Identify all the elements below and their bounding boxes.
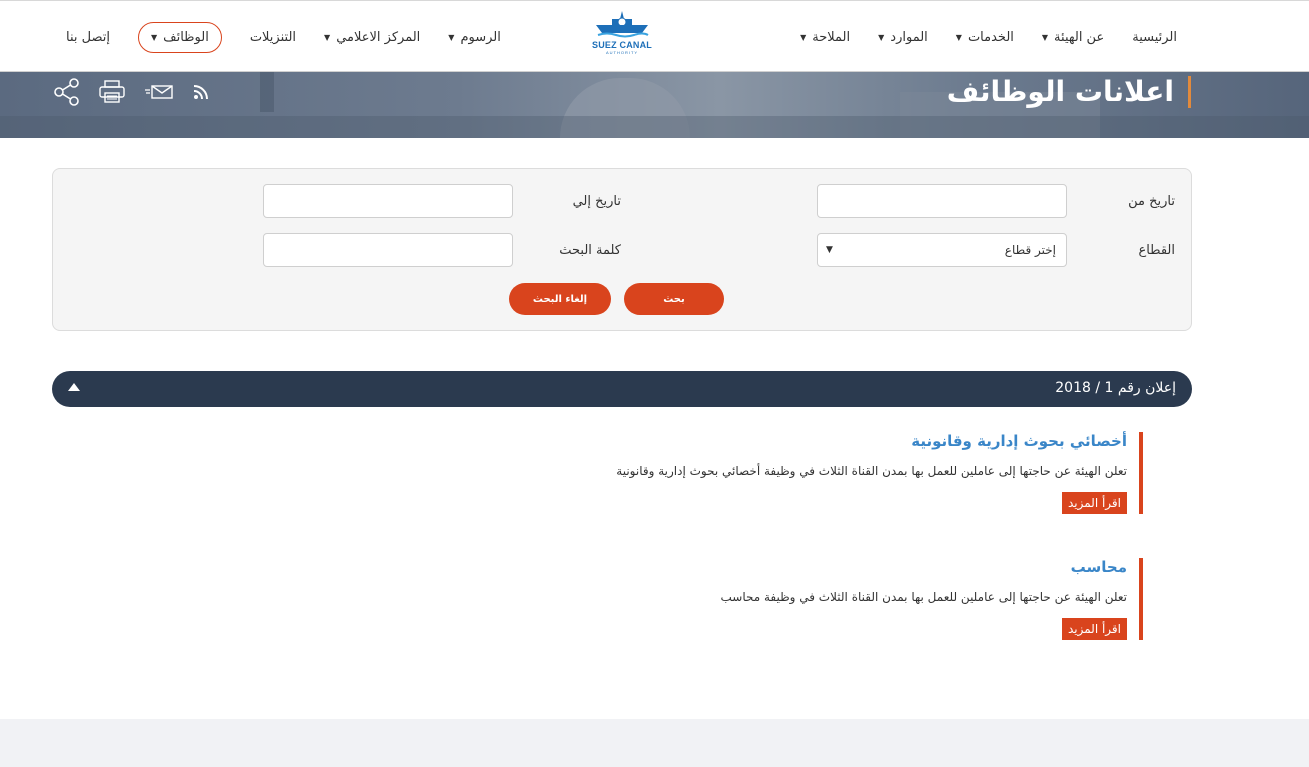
select-arrow-icon: ▼ bbox=[826, 245, 833, 255]
nav-about[interactable]: عن الهيئة ▼ bbox=[1042, 30, 1104, 45]
nav-contact[interactable]: إتصل بنا bbox=[66, 30, 110, 45]
date-to-label: تاريخ إلي bbox=[572, 194, 621, 209]
nav-resources[interactable]: الموارد ▼ bbox=[878, 30, 928, 45]
caret-down-icon: ▼ bbox=[1041, 32, 1049, 42]
date-from-input[interactable] bbox=[817, 184, 1067, 218]
search-button[interactable]: بحث bbox=[624, 283, 724, 315]
read-more-button[interactable]: اقرأ المزيد bbox=[1061, 618, 1127, 640]
job-title[interactable]: محاسب bbox=[720, 558, 1127, 576]
nav-services-label: الخدمات bbox=[967, 29, 1014, 45]
search-panel: تاريخ من تاريخ إلي القطاع إختر قطاع ▼ كل… bbox=[52, 168, 1192, 331]
print-icon[interactable] bbox=[98, 80, 126, 104]
job-description: تعلن الهيئة عن حاجتها إلى عاملين للعمل ب… bbox=[720, 590, 1127, 604]
top-navbar: الرئيسية عن الهيئة ▼ الخدمات ▼ الموارد ▼ ال… bbox=[0, 0, 1309, 72]
logo-text: SUEZ CANAL bbox=[592, 40, 652, 50]
caret-down-icon: ▼ bbox=[324, 32, 331, 42]
date-to-input[interactable] bbox=[263, 184, 513, 218]
banner-decoration bbox=[0, 116, 1309, 138]
sector-select[interactable]: إختر قطاع ▼ bbox=[817, 233, 1067, 267]
caret-down-icon: ▼ bbox=[878, 32, 885, 42]
nav-navigation-label: الملاحة bbox=[812, 29, 851, 45]
read-more-button[interactable]: اقرأ المزيد bbox=[1061, 492, 1127, 514]
page-banner: اعلانات الوظائف bbox=[0, 72, 1309, 138]
job-title[interactable]: أخصائي بحوث إدارية وقانونية bbox=[616, 432, 1127, 450]
job-item: محاسب تعلن الهيئة عن حاجتها إلى عاملين ل… bbox=[720, 558, 1143, 640]
nav-media-center-label: المركز الاعلامي bbox=[336, 29, 421, 45]
nav-right-group: الرئيسية عن الهيئة ▼ الخدمات ▼ الموارد ▼ ال… bbox=[800, 1, 1177, 73]
suez-canal-logo[interactable]: SUEZ CANAL AUTHORITY bbox=[586, 9, 658, 61]
page-tools bbox=[54, 78, 210, 106]
nav-downloads-label: التنزيلات bbox=[249, 29, 297, 45]
nav-services[interactable]: الخدمات ▼ bbox=[956, 30, 1014, 45]
nav-home[interactable]: الرئيسية bbox=[1132, 30, 1177, 45]
job-item: أخصائي بحوث إدارية وقانونية تعلن الهيئة … bbox=[616, 432, 1143, 514]
nav-left-group: الرسوم ▼ المركز الاعلامي ▼ التنزيلات الوظا… bbox=[66, 1, 501, 73]
sector-label: القطاع bbox=[1138, 243, 1175, 258]
banner-decoration bbox=[260, 72, 274, 112]
collapse-arrow-icon[interactable] bbox=[66, 379, 82, 395]
nav-jobs-label: الوظائف bbox=[163, 29, 209, 45]
footer-band bbox=[0, 719, 1309, 767]
logo-subtext: AUTHORITY bbox=[605, 50, 639, 55]
announcement-accordion-header[interactable]: إعلان رقم 1 / 2018 bbox=[52, 371, 1192, 407]
page-title: اعلانات الوظائف bbox=[947, 76, 1191, 108]
rss-icon[interactable] bbox=[192, 83, 210, 101]
caret-down-icon: ▼ bbox=[800, 32, 807, 42]
caret-down-icon: ▼ bbox=[955, 32, 962, 42]
keyword-input[interactable] bbox=[263, 233, 513, 267]
job-description: تعلن الهيئة عن حاجتها إلى عاملين للعمل ب… bbox=[616, 464, 1127, 478]
caret-down-icon: ▼ bbox=[150, 32, 158, 42]
announcement-title: إعلان رقم 1 / 2018 bbox=[1055, 380, 1176, 396]
nav-home-label: الرئيسية bbox=[1132, 29, 1177, 45]
date-from-label: تاريخ من bbox=[1128, 194, 1175, 209]
ship-logo-icon bbox=[596, 11, 649, 38]
nav-navigation[interactable]: الملاحة ▼ bbox=[800, 30, 850, 45]
nav-media-center[interactable]: المركز الاعلامي ▼ bbox=[324, 30, 420, 45]
nav-fees-label: الرسوم bbox=[460, 29, 501, 45]
nav-fees[interactable]: الرسوم ▼ bbox=[448, 30, 501, 45]
nav-jobs[interactable]: الوظائف ▼ bbox=[137, 21, 222, 53]
keyword-label: كلمة البحث bbox=[559, 243, 621, 258]
nav-contact-label: إتصل بنا bbox=[66, 29, 110, 45]
cancel-search-button[interactable]: إلغاء البحث bbox=[509, 283, 611, 315]
mail-icon[interactable] bbox=[144, 83, 174, 101]
share-icon[interactable] bbox=[54, 78, 80, 106]
nav-about-label: عن الهيئة bbox=[1054, 29, 1105, 45]
nav-resources-label: الموارد bbox=[890, 29, 928, 45]
sector-select-value: إختر قطاع bbox=[1004, 243, 1056, 257]
caret-down-icon: ▼ bbox=[448, 32, 455, 42]
nav-downloads[interactable]: التنزيلات bbox=[250, 30, 296, 45]
